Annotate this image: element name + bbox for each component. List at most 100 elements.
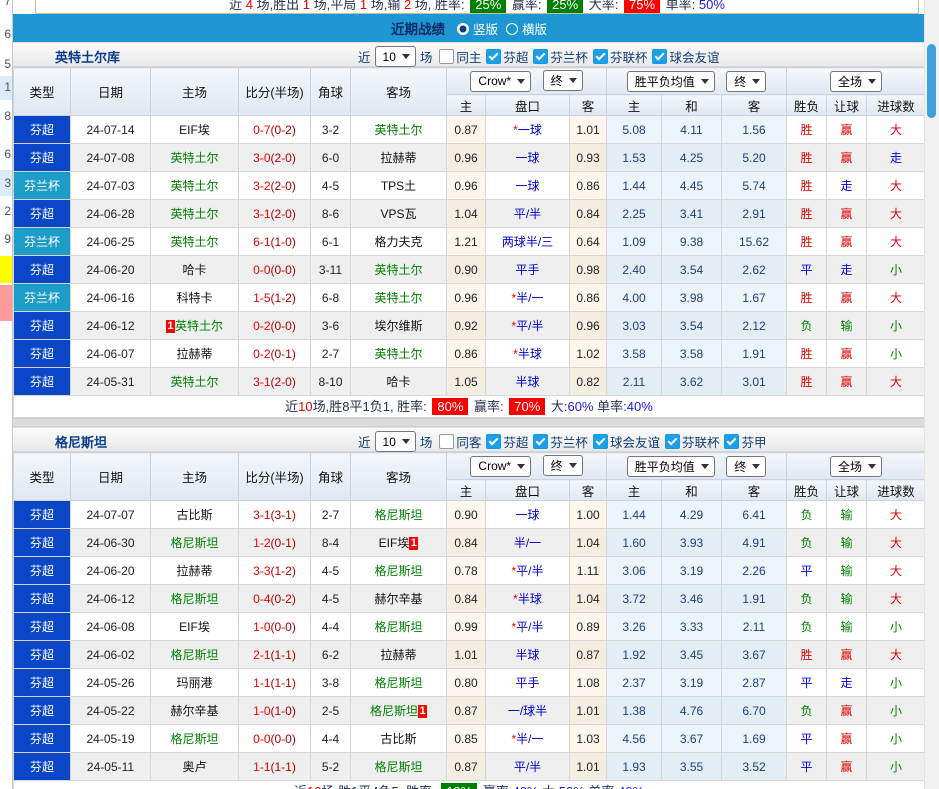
col-odds-away: 客: [569, 94, 607, 116]
score-cell: 0-2(0-1): [238, 339, 311, 368]
scrollbar-thumb[interactable]: [927, 44, 936, 118]
red-card-badge: 1: [418, 705, 427, 718]
date-cell: 24-05-31: [70, 367, 151, 396]
home-odds-cell: 0.96: [446, 143, 486, 172]
fulltime-score: 3-0: [253, 150, 271, 165]
team-name-heading: 英特土尔库: [55, 50, 121, 65]
chevron-down-icon: [752, 78, 761, 84]
same-venue-checkbox[interactable]: [439, 434, 455, 449]
draw-avg-cell: 3.46: [661, 584, 722, 613]
draw-avg-cell: 4.29: [661, 500, 722, 529]
lose-avg-cell: 1.69: [720, 724, 788, 753]
view-radio-selected[interactable]: [456, 22, 469, 35]
league-filter-checkbox[interactable]: [533, 434, 549, 449]
lose-avg-cell: 6.41: [720, 500, 788, 529]
team-name: 格尼斯坦: [170, 648, 219, 662]
lose-avg-cell: 1.67: [720, 283, 788, 312]
result-handicap-cell: 赢: [826, 696, 868, 725]
league-filter-checkbox[interactable]: [592, 49, 608, 64]
away-team-cell: TPS土: [350, 171, 447, 200]
recent-count-select[interactable]: 10: [374, 431, 416, 452]
team-name: 科特卡: [176, 291, 213, 305]
team-name: 英特土尔: [170, 151, 219, 165]
corner-cell: 5-2: [310, 752, 351, 781]
lose-avg-cell: 1.91: [720, 339, 788, 368]
handicap-cell: 半/一: [485, 528, 570, 557]
chevron-down-icon: [517, 78, 526, 84]
league-filter-checkbox[interactable]: [486, 434, 502, 449]
handicap-cell: *平/半: [485, 556, 570, 585]
handicap-cell: 一/球半: [485, 696, 570, 725]
recent-count-select[interactable]: 10: [374, 46, 416, 67]
corner-cell: 8-4: [310, 528, 351, 557]
fulltime-score: 0-0: [253, 731, 271, 746]
percent-badge: 40%: [512, 784, 538, 789]
percent-badge: 70%: [509, 398, 546, 415]
odds-company-select[interactable]: Crow*: [470, 70, 532, 92]
scrollbar[interactable]: [924, 0, 939, 789]
away-odds-cell: 1.04: [569, 584, 607, 613]
score-cell: 1-0(0-0): [238, 612, 311, 641]
league-badge-cell: 芬超: [13, 612, 71, 641]
avg-type-select[interactable]: 胜平负均值: [626, 455, 715, 477]
result-wdl-cell: 平: [786, 724, 828, 753]
league-filter-checkbox[interactable]: [486, 49, 502, 64]
league-badge-cell: 芬兰杯: [13, 283, 71, 312]
avg-group: 胜平负均值 终: [605, 452, 788, 480]
avg-stage-select[interactable]: 终: [726, 455, 767, 477]
league-filter-checkbox[interactable]: [664, 434, 680, 449]
row-number: 2: [4, 204, 11, 218]
stat-text: 单率:: [662, 0, 699, 12]
corner-cell: 2-7: [310, 500, 351, 529]
result-wdl-cell: 胜: [786, 283, 828, 312]
team-name: TPS土: [380, 179, 417, 193]
score-cell: 1-5(1-2): [238, 283, 311, 312]
home-team-cell: 英特土尔: [150, 143, 239, 172]
odds-company-select[interactable]: Crow*: [470, 455, 532, 477]
corner-cell: 6-2: [310, 640, 351, 669]
fulltime-score: 0-2: [253, 346, 271, 361]
stat-text: 场,胜8平1负1, 胜率:: [312, 399, 431, 414]
result-wdl-cell: 胜: [786, 640, 828, 669]
league-filter-checkbox[interactable]: [724, 434, 740, 449]
odds-stage-select[interactable]: 终: [542, 455, 583, 477]
scope-select[interactable]: 全场: [830, 70, 883, 92]
halftime-score: (1-1): [270, 759, 296, 774]
league-filter-checkbox[interactable]: [592, 434, 608, 449]
view-radio-unselected[interactable]: [506, 22, 518, 35]
avg-type-select[interactable]: 胜平负均值: [626, 70, 715, 92]
same-venue-checkbox[interactable]: [439, 49, 455, 64]
league-filter-checkbox[interactable]: [652, 49, 668, 64]
win-avg-cell: 2.40: [606, 255, 662, 284]
halftime-score: (0-2): [270, 122, 296, 137]
page: 7 6 5 1 8 6 3 2 9 近 4 场,胜出 1 场,平局 1 场,输 2 场, 胜率:…: [0, 0, 939, 789]
draw-avg-cell: 4.45: [661, 171, 722, 200]
fulltime-score: 1-5: [253, 290, 271, 305]
view-radio-label: 竖版: [472, 22, 498, 37]
lose-avg-cell: 15.62: [720, 227, 788, 256]
home-odds-cell: 0.92: [446, 311, 486, 340]
score-cell: 0-4(0-2): [238, 584, 311, 613]
result-goals-cell: 大: [866, 556, 925, 585]
stat-text: 大:: [547, 399, 568, 414]
chevron-down-icon: [868, 78, 877, 84]
avg-stage-select[interactable]: 终: [726, 70, 767, 92]
scope-select[interactable]: 全场: [830, 455, 883, 477]
match-row: 芬超 24-06-07 拉赫蒂 0-2(0-1) 2-7 英特土尔 0.86 *半球 1.02 3…: [13, 339, 925, 368]
halftime-score: (0-0): [270, 731, 296, 746]
league-badge-cell: 芬兰杯: [13, 171, 71, 200]
team-name: 英特土尔: [170, 179, 219, 193]
home-team-cell: 格尼斯坦: [150, 528, 239, 557]
league-filter-checkbox[interactable]: [533, 49, 549, 64]
score-cell: 6-1(1-0): [238, 227, 311, 256]
fulltime-score: 1-0: [253, 703, 271, 718]
home-team-cell: EIF埃: [150, 115, 239, 144]
odds-stage-select[interactable]: 终: [542, 70, 583, 92]
handicap-cell: 平手: [485, 255, 570, 284]
result-wdl-cell: 胜: [786, 171, 828, 200]
team-name: 格尼斯坦: [374, 760, 423, 774]
win-avg-cell: 4.56: [606, 724, 662, 753]
date-cell: 24-06-08: [70, 612, 151, 641]
match-row: 芬超 24-07-08 英特土尔 3-0(2-0) 6-0 拉赫蒂 0.96 一球 0.93 1.…: [13, 143, 925, 172]
early-odds-star: *: [511, 319, 517, 333]
